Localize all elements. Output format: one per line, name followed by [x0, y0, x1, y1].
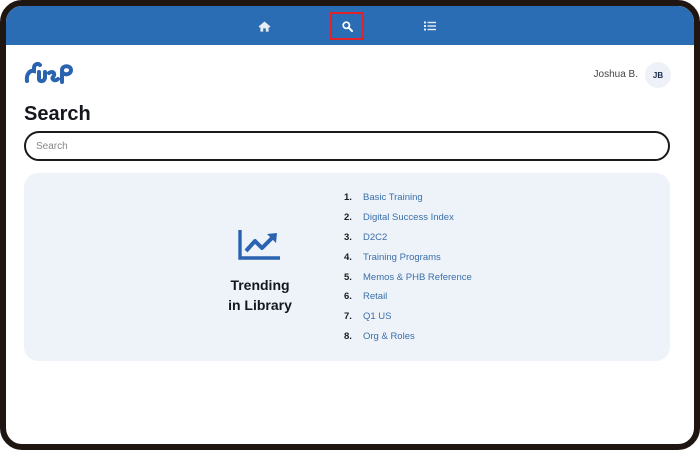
trending-list: 1. Basic Training 2. Digital Success Ind… [344, 188, 472, 346]
trending-item-number: 8. [344, 330, 352, 342]
nav-list-button[interactable] [413, 12, 447, 40]
trending-item-link[interactable]: D2C2 [363, 232, 387, 243]
trending-item: 5. Memos & PHB Reference [344, 267, 472, 287]
nav-search-button[interactable] [330, 12, 364, 40]
trending-item: 1. Basic Training [344, 188, 472, 208]
page-title: Search [24, 103, 91, 125]
trending-item: 3. D2C2 [344, 228, 472, 248]
trending-item: 4. Training Programs [344, 247, 472, 267]
trending-up-icon [238, 230, 280, 260]
user-name: Joshua B. [593, 69, 638, 80]
top-nav-bar [6, 6, 694, 45]
search-input[interactable] [24, 131, 670, 161]
trending-item-link[interactable]: Basic Training [363, 192, 423, 203]
trending-item-link[interactable]: Q1 US [363, 311, 392, 322]
trending-card: Trending in Library 1. Basic Training 2.… [24, 173, 670, 361]
trending-item-number: 1. [344, 192, 352, 204]
trending-item-number: 3. [344, 231, 352, 243]
trending-title-line2: in Library [228, 297, 292, 313]
brand-logo-icon[interactable] [24, 60, 74, 86]
trending-item: 7. Q1 US [344, 307, 472, 327]
trending-item-link[interactable]: Memos & PHB Reference [363, 272, 472, 283]
trending-item-number: 4. [344, 251, 352, 263]
search-icon [341, 20, 353, 32]
trending-title-line1: Trending [230, 277, 290, 293]
trending-item-number: 5. [344, 271, 352, 283]
nav-home-button[interactable] [247, 12, 281, 40]
trending-item-link[interactable]: Retail [363, 291, 387, 302]
avatar[interactable]: JB [645, 62, 671, 88]
trending-title: Trending in Library [200, 275, 320, 315]
trending-item-number: 2. [344, 212, 352, 224]
list-icon [424, 21, 436, 31]
trending-item: 8. Org & Roles [344, 327, 472, 347]
trending-item-link[interactable]: Digital Success Index [363, 212, 454, 223]
trending-item-link[interactable]: Org & Roles [363, 331, 415, 342]
trending-item: 6. Retail [344, 287, 472, 307]
trending-item-link[interactable]: Training Programs [363, 252, 441, 263]
trending-item-number: 7. [344, 311, 352, 323]
trending-item-number: 6. [344, 291, 352, 303]
trending-item: 2. Digital Success Index [344, 208, 472, 228]
app-window: Joshua B. JB Search Trending in Library … [0, 0, 700, 450]
home-icon [258, 21, 270, 32]
